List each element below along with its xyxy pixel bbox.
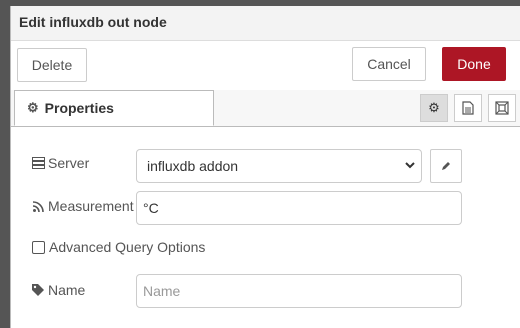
node-description-tab[interactable]: [454, 94, 482, 122]
tab-bar: ⚙ Properties ⚙: [11, 90, 520, 127]
tab-properties-label: Properties: [44, 100, 114, 116]
name-label: Name: [48, 282, 86, 298]
edit-node-dialog: Edit influxdb out node Delete Cancel Don…: [10, 6, 520, 328]
tab-properties[interactable]: ⚙ Properties: [14, 90, 214, 126]
measurement-label: Measurement: [48, 198, 134, 214]
advanced-options-row: Advanced Query Options: [32, 239, 205, 255]
appearance-icon: [495, 101, 509, 115]
edit-server-button[interactable]: [430, 149, 462, 183]
document-icon: [462, 101, 474, 115]
advanced-options-checkbox[interactable]: [32, 240, 45, 254]
chevron-down-icon: [405, 162, 415, 169]
server-select[interactable]: influxdb addon: [136, 149, 422, 183]
rss-icon: [31, 199, 45, 213]
pencil-icon: [442, 162, 450, 170]
tag-icon: [31, 283, 45, 297]
dialog-title: Edit influxdb out node: [19, 14, 167, 30]
advanced-options-label: Advanced Query Options: [49, 239, 206, 255]
server-label-row: Server: [31, 155, 89, 171]
node-settings-tab[interactable]: ⚙: [420, 94, 448, 122]
cancel-button[interactable]: Cancel: [352, 47, 426, 81]
dialog-header: Edit influxdb out node: [11, 6, 520, 41]
name-label-row: Name: [31, 282, 85, 298]
measurement-label-row: Measurement: [31, 198, 134, 214]
measurement-input[interactable]: °C: [136, 191, 462, 225]
server-icon: [31, 156, 45, 170]
gear-icon: ⚙: [428, 100, 440, 115]
done-button[interactable]: Done: [442, 47, 506, 81]
node-appearance-tab[interactable]: [488, 94, 516, 122]
server-select-value: influxdb addon: [147, 158, 239, 174]
delete-button[interactable]: Delete: [17, 48, 87, 82]
server-label: Server: [48, 155, 90, 171]
name-input[interactable]: Name: [136, 274, 462, 308]
properties-panel: Server influxdb addon Measurement °C Adv…: [11, 127, 520, 328]
gear-icon: ⚙: [27, 100, 39, 115]
